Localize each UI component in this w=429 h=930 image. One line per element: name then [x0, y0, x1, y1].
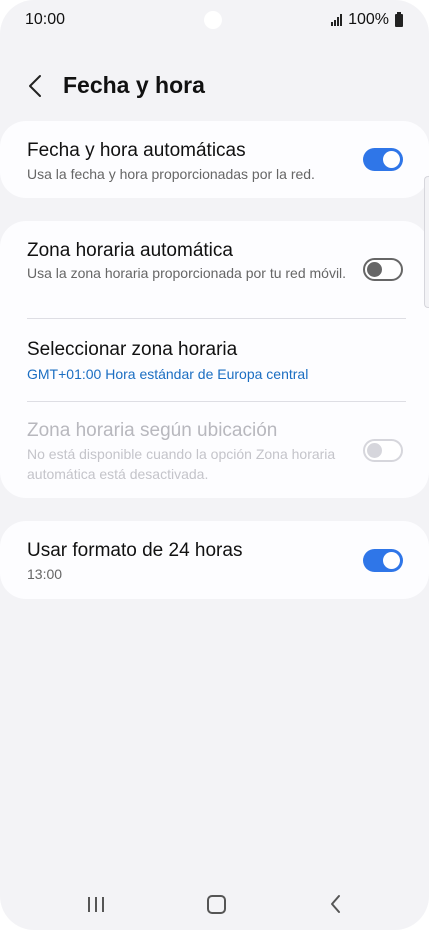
auto-datetime-row[interactable]: Fecha y hora automáticas Usa la fecha y … — [0, 121, 429, 198]
recents-icon[interactable] — [82, 892, 110, 916]
location-timezone-title: Zona horaria según ubicación — [27, 420, 278, 441]
format-24h-title: Usar formato de 24 horas — [27, 540, 243, 561]
format-24h-card: Usar formato de 24 horas 13:00 — [0, 521, 429, 599]
page-title: Fecha y hora — [63, 72, 205, 98]
back-icon[interactable] — [322, 892, 350, 916]
timezone-card: Zona horaria automática Usa la zona hora… — [0, 221, 429, 498]
auto-timezone-subtitle: Usa la zona horaria proporcionada por tu… — [27, 265, 347, 281]
select-timezone-title: Seleccionar zona horaria — [27, 339, 238, 360]
toggle-knob — [367, 262, 382, 277]
status-time: 10:00 — [25, 11, 66, 28]
format-24h-subtitle: 13:00 — [27, 566, 63, 582]
auto-timezone-toggle[interactable] — [363, 258, 403, 281]
scroll-indicator[interactable] — [424, 176, 429, 308]
auto-datetime-card: Fecha y hora automáticas Usa la fecha y … — [0, 121, 429, 198]
location-timezone-subtitle: No está disponible cuando la opción Zona… — [27, 446, 336, 482]
chevron-left-icon — [29, 75, 41, 97]
phone-screen: 10:00 100% Fecha y hora Fecha y hora aut… — [0, 0, 429, 930]
front-camera — [204, 11, 222, 29]
status-indicators: 100% — [331, 11, 403, 29]
signal-icon — [331, 14, 343, 26]
back-chevron-icon — [331, 895, 340, 913]
format-24h-row[interactable]: Usar formato de 24 horas 13:00 — [0, 521, 429, 599]
status-bar: 10:00 100% — [0, 0, 429, 40]
location-timezone-toggle — [363, 439, 403, 462]
battery-percent: 100% — [348, 11, 389, 28]
toggle-knob — [383, 151, 400, 168]
navigation-bar — [0, 880, 429, 930]
select-timezone-row[interactable]: Seleccionar zona horaria GMT+01:00 Hora … — [0, 319, 429, 401]
auto-datetime-toggle[interactable] — [363, 148, 403, 171]
auto-timezone-row[interactable]: Zona horaria automática Usa la zona hora… — [0, 221, 429, 318]
auto-datetime-subtitle: Usa la fecha y hora proporcionadas por l… — [27, 166, 315, 182]
app-bar: Fecha y hora — [0, 64, 429, 108]
back-button[interactable] — [22, 72, 50, 100]
home-icon[interactable] — [202, 892, 230, 916]
select-timezone-value: GMT+01:00 Hora estándar de Europa centra… — [27, 366, 309, 382]
battery-icon — [395, 11, 403, 27]
format-24h-toggle[interactable] — [363, 549, 403, 572]
auto-datetime-title: Fecha y hora automáticas — [27, 140, 246, 161]
toggle-knob — [383, 552, 400, 569]
auto-timezone-title: Zona horaria automática — [27, 240, 233, 261]
location-timezone-row: Zona horaria según ubicación No está dis… — [0, 402, 429, 498]
toggle-knob — [367, 443, 382, 458]
